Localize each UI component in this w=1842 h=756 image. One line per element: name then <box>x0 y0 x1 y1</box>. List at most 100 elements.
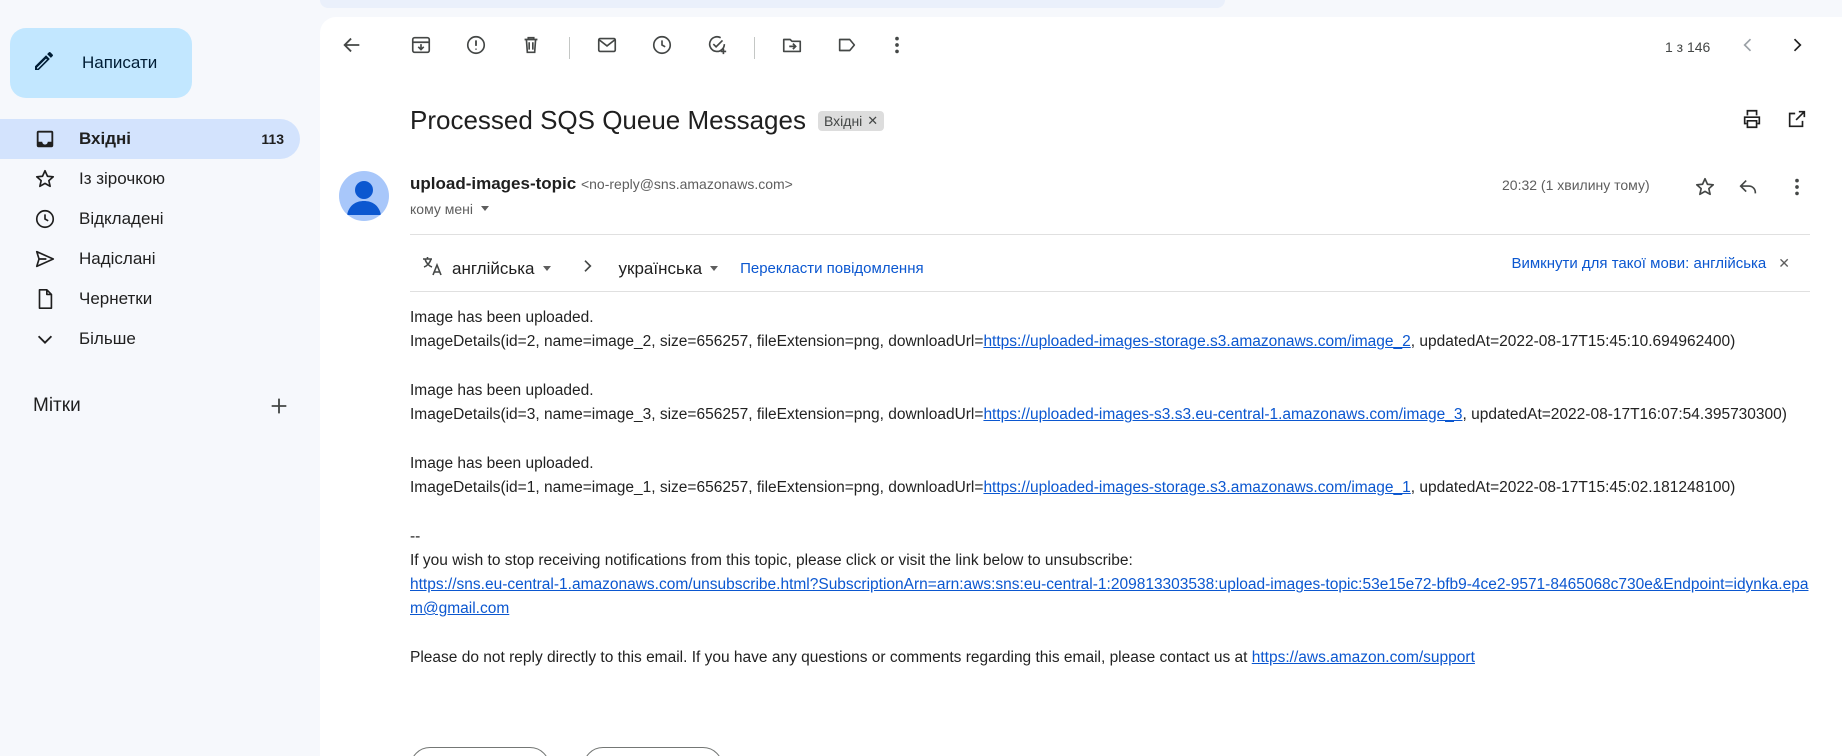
compose-label: Написати <box>82 53 158 72</box>
message-line: Image has been uploaded. <box>410 382 594 399</box>
message-line: ImageDetails(id=2, name=image_2, size=65… <box>410 330 1810 354</box>
clock-icon <box>33 207 57 231</box>
send-icon <box>33 247 57 271</box>
delete-icon[interactable] <box>517 31 545 59</box>
more-vert-icon[interactable] <box>883 31 911 59</box>
turn-off-translation-link[interactable]: Вимкнути для такої мови: англійська <box>1511 255 1766 272</box>
pager-count: 1 з 146 <box>1665 39 1711 55</box>
sidebar-item-starred[interactable]: Із зірочкою <box>0 159 300 199</box>
recipients-label: кому мені <box>410 201 473 217</box>
sidebar-item-snoozed[interactable]: Відкладені <box>0 199 300 239</box>
translate-message-link[interactable]: Перекласти повідомлення <box>740 260 924 277</box>
caret-down-icon <box>541 259 553 279</box>
add-task-icon[interactable] <box>703 31 731 59</box>
message-block: Image has been uploaded. ImageDetails(id… <box>410 379 1810 427</box>
star-icon <box>33 167 57 191</box>
sidebar-item-drafts[interactable]: Чернетки <box>0 279 300 319</box>
message-block: Image has been uploaded. ImageDetails(id… <box>410 306 1810 354</box>
email-subject: Processed SQS Queue Messages <box>410 105 806 135</box>
caret-down-icon <box>479 201 491 217</box>
translate-bar: англійська українська Перекласти повідом… <box>410 234 1810 292</box>
close-icon[interactable]: ✕ <box>1778 255 1790 272</box>
message-toolbar: 1 з 146 <box>320 17 1842 79</box>
turn-off-translation: Вимкнути для такої мови: англійська ✕ <box>1511 255 1790 272</box>
details-text: , updatedAt=2022-08-17T16:07:54.39573030… <box>1462 406 1787 423</box>
draft-icon <box>33 287 57 311</box>
message-line: Image has been uploaded. <box>410 309 594 326</box>
labels-header: Мітки <box>33 392 293 420</box>
message-line: Image has been uploaded. <box>410 455 594 472</box>
download-link[interactable]: https://uploaded-images-storage.s3.amazo… <box>983 333 1410 350</box>
unsubscribe-text: If you wish to stop receiving notificati… <box>410 552 1133 569</box>
translate-row: англійська українська Перекласти повідом… <box>420 254 924 283</box>
sidebar-item-sent[interactable]: Надіслані <box>0 239 300 279</box>
sender-name[interactable]: upload-images-topic <box>410 174 576 193</box>
details-text: ImageDetails(id=2, name=image_2, size=65… <box>410 333 984 350</box>
print-icon[interactable] <box>1738 105 1766 133</box>
signature-separator: -- <box>410 528 421 545</box>
remove-label-icon[interactable]: ✕ <box>867 113 878 129</box>
chevron-right-icon <box>579 258 595 279</box>
sidebar-item-label: Чернетки <box>79 289 153 308</box>
target-language-value: українська <box>618 258 703 278</box>
unread-count: 113 <box>261 131 284 147</box>
sender-line: upload-images-topic <no-reply@sns.amazon… <box>410 174 793 194</box>
message-view: 1 з 146 Processed SQS Queue Messages Вхі… <box>320 17 1842 756</box>
translate-icon <box>420 254 444 283</box>
message-line: https://sns.eu-central-1.amazonaws.com/u… <box>410 573 1810 621</box>
recipients-dropdown[interactable]: кому мені <box>410 201 491 217</box>
toolbar-divider <box>754 37 755 59</box>
source-language-select[interactable]: англійська <box>452 259 553 279</box>
message-line: ImageDetails(id=3, name=image_3, size=65… <box>410 403 1810 427</box>
toolbar-divider <box>569 37 570 59</box>
message-time: 20:32 (1 хвилину тому) <box>1502 177 1650 193</box>
label-icon[interactable] <box>833 31 861 59</box>
reply-icon[interactable] <box>1734 173 1762 201</box>
move-to-icon[interactable] <box>778 31 806 59</box>
inbox-icon <box>33 127 57 151</box>
details-text: , updatedAt=2022-08-17T15:45:02.18124810… <box>1410 479 1736 496</box>
download-link[interactable]: https://uploaded-images-s3.s3.eu-central… <box>983 406 1462 423</box>
reply-button[interactable] <box>410 747 550 756</box>
labels-title: Мітки <box>33 395 81 416</box>
message-line: ImageDetails(id=1, name=image_1, size=65… <box>410 476 1810 500</box>
snooze-icon[interactable] <box>648 31 676 59</box>
details-text: ImageDetails(id=3, name=image_3, size=65… <box>410 406 984 423</box>
sidebar: Написати Вхідні 113 Із зірочкою Відкладе… <box>0 0 320 756</box>
sender-avatar[interactable] <box>339 171 389 221</box>
prev-message-icon[interactable] <box>1734 31 1762 59</box>
back-icon[interactable] <box>338 31 366 59</box>
download-link[interactable]: https://uploaded-images-storage.s3.amazo… <box>983 479 1410 496</box>
subject-line: Processed SQS Queue Messages Вхідні ✕ <box>410 105 885 136</box>
sidebar-item-label: Більше <box>79 329 136 348</box>
more-vert-icon[interactable] <box>1783 173 1811 201</box>
sidebar-item-label: Вхідні <box>79 129 132 148</box>
sidebar-item-more[interactable]: Більше <box>0 319 300 359</box>
pencil-icon <box>32 49 56 78</box>
sender-address: <no-reply@sns.amazonaws.com> <box>580 176 793 192</box>
forward-button[interactable] <box>583 747 723 756</box>
next-message-icon[interactable] <box>1783 31 1811 59</box>
message-body: Image has been uploaded. ImageDetails(id… <box>410 306 1810 695</box>
add-label-icon[interactable] <box>265 392 293 420</box>
top-strip <box>320 0 1225 8</box>
unsubscribe-link[interactable]: https://sns.eu-central-1.amazonaws.com/u… <box>410 576 1808 617</box>
source-language-value: англійська <box>452 258 535 278</box>
compose-button[interactable]: Написати <box>10 28 192 98</box>
caret-down-icon <box>708 259 720 279</box>
target-language-select[interactable]: українська <box>619 259 721 279</box>
sidebar-item-label: Відкладені <box>79 209 164 228</box>
support-link[interactable]: https://aws.amazon.com/support <box>1252 649 1475 666</box>
label-chip-text: Вхідні <box>823 112 863 129</box>
star-icon[interactable] <box>1691 173 1719 201</box>
sidebar-item-label: Надіслані <box>79 249 156 268</box>
sidebar-item-inbox[interactable]: Вхідні 113 <box>0 119 300 159</box>
open-in-new-window-icon[interactable] <box>1783 105 1811 133</box>
sidebar-nav: Вхідні 113 Із зірочкою Відкладені Надісл… <box>0 119 300 359</box>
report-spam-icon[interactable] <box>462 31 490 59</box>
archive-icon[interactable] <box>407 31 435 59</box>
mark-unread-icon[interactable] <box>593 31 621 59</box>
inbox-label-chip[interactable]: Вхідні ✕ <box>817 110 885 131</box>
signature-block: -- If you wish to stop receiving notific… <box>410 525 1810 621</box>
sidebar-item-label: Із зірочкою <box>79 169 166 188</box>
